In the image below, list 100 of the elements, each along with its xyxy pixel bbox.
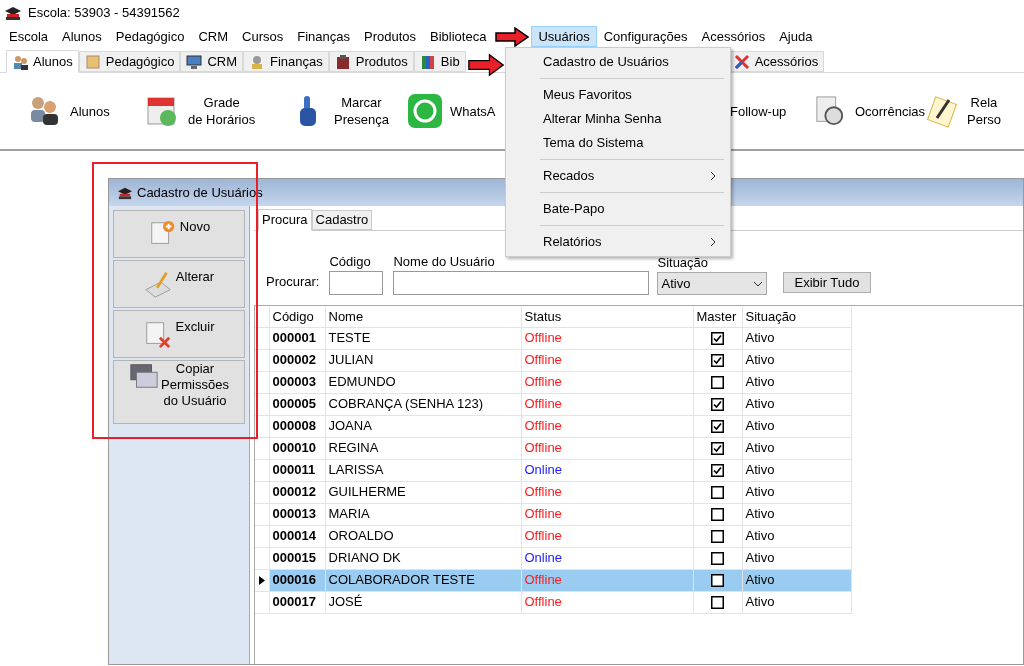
toolbar-label[interactable]: Ocorrências — [854, 102, 925, 120]
menu-item[interactable]: Ajuda — [772, 26, 820, 47]
toolbar-label[interactable]: Follow-up — [730, 102, 787, 120]
menu-item[interactable]: Tema do Sistema — [506, 131, 730, 155]
side-button[interactable]: Excluir — [113, 310, 245, 358]
toolbar-label[interactable]: WhatsA — [450, 102, 496, 120]
user-name-field[interactable] — [393, 271, 650, 295]
menu-item[interactable]: Recados — [506, 164, 730, 188]
checkbox[interactable] — [711, 420, 724, 434]
menu-item[interactable]: CRM — [191, 26, 236, 47]
table-cell: REGINA — [325, 437, 521, 459]
table-cell: Ativo — [742, 327, 851, 349]
table-cell: 000002 — [269, 349, 325, 371]
toolbar-label[interactable]: Grade de Horários — [188, 94, 256, 128]
checkbox[interactable] — [711, 552, 724, 566]
checkbox[interactable] — [711, 530, 724, 544]
menu-item[interactable]: Alunos — [55, 26, 109, 47]
checkbox[interactable] — [711, 376, 724, 390]
side-button[interactable]: Alterar — [113, 260, 245, 308]
checkbox[interactable] — [711, 508, 724, 522]
column-header[interactable]: Situação — [742, 306, 851, 327]
chat-bubble-icon[interactable] — [408, 94, 442, 128]
table-cell: 000011 — [269, 459, 325, 481]
menu-item[interactable]: Cursos — [235, 26, 291, 47]
menu-item[interactable]: Biblioteca — [423, 26, 494, 47]
menu-item[interactable]: Cadastro de Usuários — [506, 50, 730, 74]
toolbar-label[interactable]: Marcar Presença — [334, 94, 389, 128]
toolbar-label[interactable]: Rela Perso — [967, 94, 1001, 128]
pointer-arrow — [495, 26, 530, 47]
table-cell: 000015 — [269, 547, 325, 569]
panel-tab[interactable]: Cadastro — [311, 210, 373, 230]
row-pointer-icon — [259, 575, 265, 585]
column-header[interactable]: Master — [693, 306, 742, 327]
show-all-button[interactable]: Exibir Tudo — [783, 272, 871, 293]
module-tab[interactable]: Produtos — [328, 51, 414, 72]
table-cell: Offline — [521, 525, 693, 547]
table-cell: Ativo — [742, 437, 851, 459]
table-cell: Ativo — [742, 481, 851, 503]
table-cell: Offline — [521, 349, 693, 371]
app-logo-icon — [117, 185, 133, 200]
menu-item[interactable]: Meus Favoritos — [506, 83, 730, 107]
side-button[interactable]: Novo — [113, 210, 245, 258]
table-cell: Offline — [521, 591, 693, 613]
checkbox[interactable] — [711, 332, 724, 346]
table-cell: 000014 — [269, 525, 325, 547]
checkbox[interactable] — [711, 398, 724, 412]
table-cell: 000012 — [269, 481, 325, 503]
checkbox[interactable] — [711, 464, 724, 478]
table-cell: EDMUNDO — [325, 371, 521, 393]
checkbox[interactable] — [711, 354, 724, 368]
table-cell: Offline — [521, 437, 693, 459]
table-cell: Offline — [521, 415, 693, 437]
checkbox[interactable] — [711, 596, 724, 610]
checkbox[interactable] — [711, 574, 724, 588]
table-cell: JULIAN — [325, 349, 521, 371]
table-cell: 000001 — [269, 327, 325, 349]
column-header[interactable]: Status — [521, 306, 693, 327]
table-cell: 000013 — [269, 503, 325, 525]
table-cell: Ativo — [742, 569, 851, 591]
column-header[interactable]: Nome — [325, 306, 521, 327]
table-cell: 000005 — [269, 393, 325, 415]
checkbox[interactable] — [711, 442, 724, 456]
menu-item[interactable]: Produtos — [357, 26, 424, 47]
table-cell: COLABORADOR TESTE — [325, 569, 521, 591]
panel-tab[interactable]: Procura — [258, 209, 312, 231]
menu-item[interactable]: Alterar Minha Senha — [506, 107, 730, 131]
table-cell: COBRANÇA (SENHA 123) — [325, 393, 521, 415]
menu-item[interactable]: Relatórios — [506, 230, 730, 254]
selected-row[interactable]: 000016 COLABORADOR TESTE Offline Ativo — [255, 569, 851, 591]
module-tab[interactable]: Alunos — [6, 50, 79, 73]
toolbar-label[interactable]: Alunos — [70, 102, 110, 120]
table-cell: 000003 — [269, 371, 325, 393]
module-tab[interactable]: Pedagógico — [78, 51, 181, 72]
table-cell: GUILHERME — [325, 481, 521, 503]
code-field[interactable] — [329, 271, 384, 295]
checkbox[interactable] — [711, 486, 724, 500]
menu-item[interactable]: Configurações — [596, 26, 695, 47]
module-tab[interactable]: Bib — [413, 51, 466, 72]
side-button[interactable]: Copiar Permissões do Usuário — [113, 360, 245, 424]
menu-item[interactable]: Usuários — [531, 26, 597, 47]
status-dropdown[interactable]: Ativo — [657, 272, 768, 295]
user-name-label: Nome do Usuário — [393, 252, 496, 271]
menu-item[interactable]: Pedagógico — [108, 26, 192, 47]
table-cell: Offline — [521, 481, 693, 503]
table-cell: Ativo — [742, 503, 851, 525]
module-tab[interactable]: CRM — [180, 51, 244, 72]
menu-item[interactable]: Finanças — [290, 26, 357, 47]
menu-item[interactable]: Acessórios — [694, 26, 773, 47]
menu-item[interactable]: Escola — [2, 26, 56, 47]
tab-icon — [733, 53, 750, 70]
column-header[interactable]: Código — [269, 306, 325, 327]
table-cell: TESTE — [325, 327, 521, 349]
window-title: Escola: 53903 - 54391562 — [28, 4, 180, 23]
module-tab[interactable]: Finanças — [243, 51, 329, 72]
table-cell: 000008 — [269, 415, 325, 437]
menu-item[interactable]: Bate-Papo — [506, 197, 730, 221]
table-cell: Ativo — [742, 459, 851, 481]
table-cell: Offline — [521, 393, 693, 415]
table-cell: Ativo — [742, 525, 851, 547]
app-logo-icon — [4, 5, 22, 21]
